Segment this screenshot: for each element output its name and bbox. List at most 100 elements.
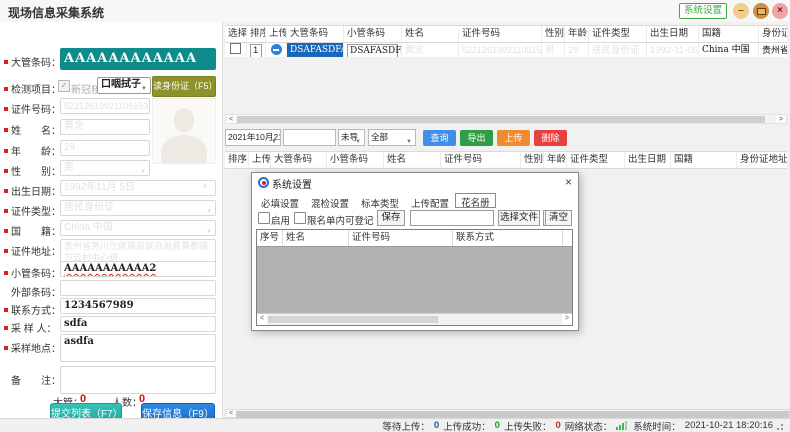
upload-success-label: 上传成功： — [443, 419, 491, 432]
chevron-down-icon: ▼ — [355, 135, 361, 146]
dialog-title-bar[interactable]: 系统设置 × — [252, 173, 578, 192]
status-bar: 等待上传： 0 上传成功： 0 上传失败： 0 网络状态： 系统时间： 2021… — [0, 418, 790, 432]
col-header: 序号 — [257, 230, 283, 246]
small-barcode-cell[interactable]: DSAFASDFAAAS1 — [347, 44, 398, 58]
search-input[interactable] — [283, 129, 336, 146]
minimize-button[interactable]: – — [733, 3, 749, 19]
col-header: 证件号码 — [459, 26, 542, 42]
col-header: 联系方式 — [453, 230, 563, 246]
birth-date-input: 1992年11月 5日 — [60, 180, 216, 196]
export-button[interactable]: 导出 — [460, 130, 493, 146]
roster-table-hscrollbar[interactable]: < > — [257, 313, 572, 325]
sample-site-input[interactable]: asdfa — [60, 334, 216, 362]
top-table-hscrollbar[interactable]: < > — [225, 114, 787, 124]
scrollbar-thumb[interactable] — [236, 411, 789, 418]
file-path-input[interactable] — [410, 210, 494, 226]
col-header: 出生日期 — [625, 152, 671, 168]
close-button[interactable]: × — [772, 3, 788, 19]
big-barcode-label: 大管条码： — [11, 58, 61, 69]
big-barcode-input[interactable]: AAAAAAAAAAAA — [60, 48, 216, 70]
remark-input[interactable] — [60, 366, 216, 394]
age-label: 年 龄： — [11, 147, 61, 158]
required-marker — [4, 308, 8, 312]
col-header: 小管条码 — [327, 152, 384, 168]
age-input: 29 — [60, 140, 150, 156]
scope-filter-select[interactable]: 全部▼ — [368, 129, 416, 146]
contact-input[interactable]: 1234567989 — [60, 298, 216, 314]
waiting-upload-label: 等待上传： — [382, 419, 430, 432]
scroll-right-icon[interactable]: > — [562, 314, 572, 325]
history-table: 排序 上传 大管条码 小管条码 姓名 证件号码 性别 年龄 证件类型 出生日期 … — [225, 151, 787, 169]
choose-file-button[interactable]: 选择文件 — [498, 210, 540, 226]
covid-checkbox[interactable]: ✓ — [58, 80, 70, 92]
required-marker — [4, 271, 8, 275]
order-cell: 1 — [250, 44, 262, 58]
upload-failed-value: 0 — [555, 420, 560, 431]
sampler-input[interactable]: sdfa — [60, 316, 216, 332]
calendar-dropdown-icon: ▼ — [202, 184, 219, 190]
chevron-down-icon: ▼ — [206, 205, 212, 216]
scrollbar-thumb[interactable] — [237, 116, 765, 123]
roster-clear-button[interactable]: 清空 — [545, 210, 572, 226]
network-status-label: 网络状态： — [565, 419, 613, 432]
tab-mixed-test-settings[interactable]: 混检设置 — [305, 194, 355, 209]
tab-roster[interactable]: 花名册 — [455, 193, 496, 208]
sample-type-select[interactable]: 口咽拭子▼ — [97, 77, 151, 94]
required-marker — [4, 229, 8, 233]
name-label: 姓 名： — [11, 126, 61, 137]
date-filter-select[interactable]: 2021年10月21日▼ — [225, 129, 281, 146]
minimize-icon: – — [738, 5, 744, 16]
ext-barcode-input[interactable] — [60, 280, 216, 296]
upload-button[interactable]: 上传 — [497, 130, 530, 146]
history-table-hscrollbar[interactable]: < — [225, 409, 790, 418]
row-checkbox[interactable] — [230, 43, 241, 54]
small-barcode-label: 小管条码： — [11, 269, 61, 280]
resize-grip[interactable] — [777, 421, 784, 431]
col-header: 小管条码 — [344, 26, 402, 42]
roster-save-button[interactable]: 保存 — [377, 210, 405, 226]
scrollbar-thumb[interactable] — [268, 316, 438, 323]
tab-specimen-type[interactable]: 标本类型 — [355, 194, 405, 209]
ext-barcode-label: 外部条码： — [11, 288, 61, 299]
id-type-select: 居民身份证▼ — [60, 200, 216, 216]
contact-label: 联系方式： — [11, 306, 61, 317]
upload-status-icon[interactable] — [271, 44, 282, 55]
required-marker — [4, 346, 8, 350]
delete-button[interactable]: 删除 — [534, 130, 567, 146]
system-settings-button[interactable]: 系统设置 — [679, 3, 727, 19]
dialog-close-button[interactable]: × — [565, 175, 572, 189]
scroll-left-icon[interactable]: < — [257, 314, 267, 325]
col-header: 证件类型 — [567, 152, 625, 168]
upload-success-value: 0 — [495, 420, 500, 431]
system-time-value: 2021-10-21 18:20:16 — [685, 420, 773, 431]
scroll-left-icon[interactable]: < — [226, 410, 236, 417]
gender-label: 性 别： — [11, 167, 61, 178]
chevron-down-icon: ▼ — [140, 165, 146, 176]
scroll-right-icon[interactable]: > — [776, 115, 786, 123]
system-time-label: 系统时间： — [633, 419, 681, 432]
col-header: 姓名 — [384, 152, 441, 168]
maximize-icon — [757, 8, 766, 15]
id-number-label: 证件号码： — [11, 105, 61, 116]
query-button[interactable]: 查询 — [423, 130, 456, 146]
export-status-select[interactable]: 未导▼ — [338, 129, 365, 146]
col-header: 性别 — [521, 152, 544, 168]
col-header: 国籍 — [699, 26, 759, 42]
small-barcode-input[interactable]: AAAAAAAAAAA2 — [60, 261, 216, 277]
tab-required-settings[interactable]: 必填设置 — [255, 194, 305, 209]
network-signal-icon — [616, 421, 627, 430]
tab-upload-config[interactable]: 上传配置 — [405, 194, 455, 209]
chevron-down-icon: ▼ — [271, 135, 277, 146]
col-header: 证件号码 — [349, 230, 453, 246]
table-header-row: 选择 排序 上传 大管条码 小管条码 姓名 证件号码 性别 年龄 证件类型 出生… — [225, 25, 787, 43]
col-header: 国籍 — [671, 152, 737, 168]
read-id-card-button[interactable]: 读身份证（F5） — [152, 76, 216, 97]
scroll-left-icon[interactable]: < — [226, 115, 236, 123]
required-marker — [4, 107, 8, 111]
enable-checkbox[interactable] — [258, 212, 270, 224]
col-header: 排序 — [247, 26, 266, 42]
restrict-checkbox[interactable] — [294, 212, 306, 224]
required-marker — [4, 189, 8, 193]
maximize-button[interactable] — [753, 3, 769, 19]
chevron-down-icon: ▼ — [141, 82, 147, 94]
